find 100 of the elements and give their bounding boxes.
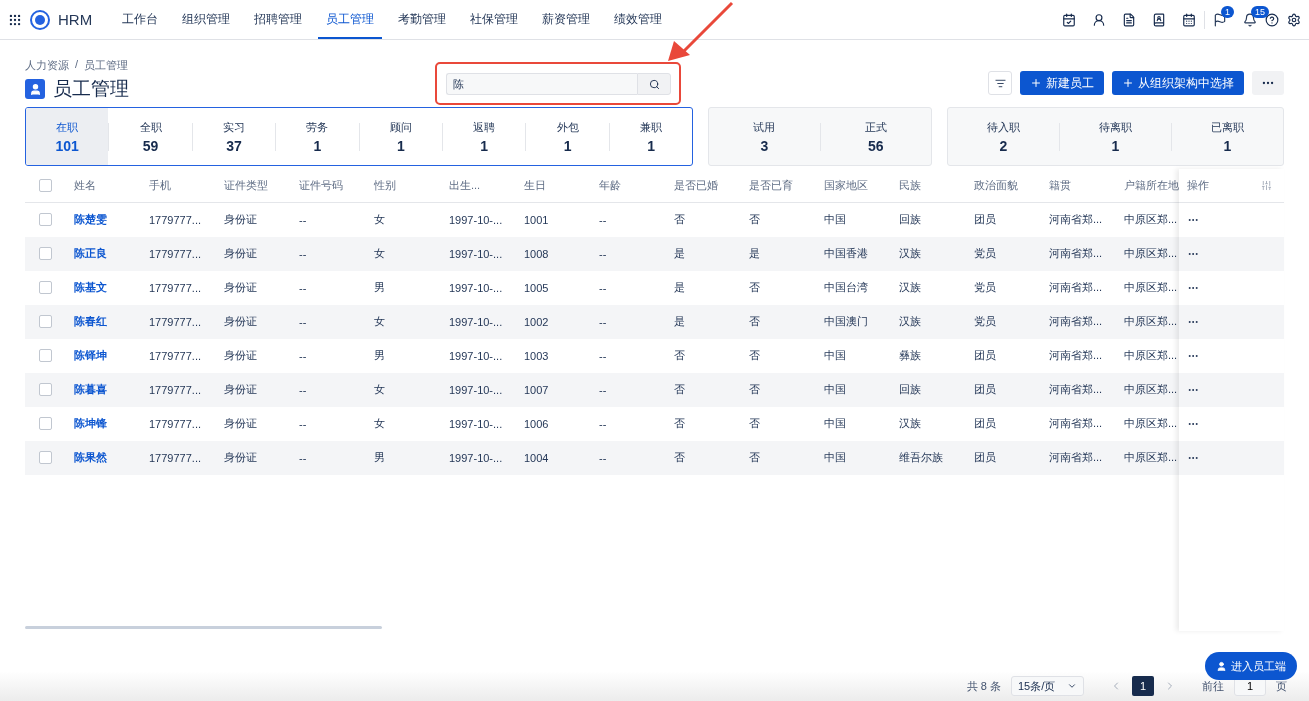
user-icon[interactable] (1092, 12, 1106, 27)
table-cell-text: 否 (673, 382, 686, 397)
add-button[interactable]: 从组织架构中选择 (1112, 71, 1244, 95)
status-tab[interactable]: 兼职 1 (609, 108, 693, 165)
status-tab[interactable]: 待离职 1 (1059, 108, 1171, 165)
table-cell-text: 是 (748, 246, 761, 261)
calendar-check-icon[interactable] (1062, 12, 1076, 27)
status-tab[interactable]: 实习 37 (192, 108, 276, 165)
status-tab[interactable]: 正式 56 (820, 108, 931, 165)
page-size-select[interactable]: 15条/页 (1011, 676, 1084, 696)
contact-book-icon[interactable] (1152, 12, 1166, 27)
page-button[interactable]: 1 (1132, 676, 1154, 696)
table-cell-text: 1008 (523, 247, 550, 260)
column-header: 性别 (373, 178, 397, 193)
table-cell-text: 否 (748, 280, 761, 295)
help-icon[interactable] (1265, 12, 1279, 27)
table-cell-text: 中原区郑... (1123, 348, 1179, 363)
checkbox[interactable] (39, 349, 52, 362)
nav-tab[interactable]: 社保管理 (462, 0, 527, 39)
table-cell-text: -- (598, 451, 608, 464)
table-cell-text: 男 (373, 280, 386, 295)
table-cell-text: 否 (673, 348, 686, 363)
settings-icon[interactable] (1287, 12, 1301, 27)
user-icon (25, 79, 45, 99)
filter-button[interactable] (988, 71, 1012, 95)
table-cell-text: 汉族 (898, 280, 922, 295)
table-cell-text: 1997-10-... (448, 315, 504, 328)
status-tab[interactable]: 待入职 2 (947, 108, 1059, 165)
column-header: 民族 (898, 178, 922, 193)
table-cell-text: 否 (748, 416, 761, 431)
table-cell-text: 河南省郑... (1048, 348, 1104, 363)
checkbox[interactable] (39, 281, 52, 294)
table-cell-text: 中国 (823, 348, 847, 363)
table-cell-text: 汉族 (898, 246, 922, 261)
status-tab[interactable]: 外包 1 (526, 108, 609, 165)
checkbox[interactable] (39, 417, 52, 430)
app-grid-icon[interactable] (8, 12, 22, 27)
column-header: 手机 (148, 178, 172, 193)
name-link[interactable]: 陈暮喜 (66, 382, 141, 397)
nav-tab[interactable]: 薪资管理 (534, 0, 599, 39)
nav-tab[interactable]: 员工管理 (318, 0, 383, 39)
table-cell-text: 中国 (823, 450, 847, 465)
checkbox[interactable] (39, 179, 52, 192)
table-cell-text: 1004 (523, 451, 550, 464)
document-icon[interactable] (1122, 12, 1136, 27)
table-cell-text: 身份证 (223, 450, 258, 465)
bell-icon[interactable] (1243, 12, 1257, 27)
checkbox[interactable] (39, 213, 52, 226)
breadcrumb-item[interactable]: 人力资源 (25, 58, 69, 73)
checkbox[interactable] (39, 383, 52, 396)
table-cell-text: 女 (373, 246, 386, 261)
table-cell-text: 否 (748, 212, 761, 227)
table-cell-text: -- (598, 417, 608, 430)
name-link[interactable]: 陈楚雯 (66, 212, 141, 227)
name-link[interactable]: 陈果然 (66, 450, 141, 465)
table-cell-text: 团员 (973, 212, 997, 227)
table-cell-text: 中国 (823, 416, 847, 431)
name-link[interactable]: 陈铎坤 (66, 348, 141, 363)
table-cell-text: 1779777... (148, 281, 202, 294)
name-link[interactable]: 陈坤锋 (66, 416, 141, 431)
table-cell-text: 汉族 (898, 416, 922, 431)
flag-icon[interactable] (1213, 12, 1227, 27)
nav-tab[interactable]: 绩效管理 (606, 0, 671, 39)
name-link[interactable]: 陈春红 (66, 314, 141, 329)
add-button[interactable]: 新建员工 (1020, 71, 1104, 95)
nav-tab[interactable]: 组织管理 (174, 0, 239, 39)
table-cell-text: -- (298, 213, 308, 226)
status-tab[interactable]: 顾问 1 (359, 108, 443, 165)
nav-tab[interactable]: 招聘管理 (246, 0, 311, 39)
status-tab[interactable]: 劳务 1 (276, 108, 359, 165)
chevron-down-icon (1067, 681, 1077, 691)
status-tab[interactable]: 试用 3 (709, 108, 820, 165)
annotation-arrow (666, 1, 736, 63)
nav-tab[interactable]: 工作台 (114, 0, 167, 39)
employee-portal-button[interactable]: 进入员工端 (1205, 652, 1297, 680)
table-cell-text: 否 (673, 212, 686, 227)
table-cell-text: 1997-10-... (448, 281, 504, 294)
status-tab[interactable]: 已离职 1 (1172, 108, 1283, 165)
breadcrumb-item[interactable]: 员工管理 (84, 58, 129, 73)
table-cell-text: 1997-10-... (448, 213, 504, 226)
table-cell-text: 1003 (523, 349, 550, 362)
calendar-icon[interactable] (1182, 12, 1196, 27)
checkbox[interactable] (39, 451, 52, 464)
search-field[interactable]: 陈 (446, 73, 637, 95)
status-tab[interactable]: 返聘 1 (443, 108, 526, 165)
table-cell-text: 河南省郑... (1048, 212, 1104, 227)
table-cell-text: 中原区郑... (1123, 246, 1179, 261)
table-cell-text: 1997-10-... (448, 247, 504, 260)
table-cell-text: 1779777... (148, 349, 202, 362)
status-tab[interactable]: 全职 59 (109, 108, 192, 165)
table-cell-text: 回族 (898, 382, 922, 397)
table-cell-text: 中国台湾 (823, 280, 869, 295)
search-button[interactable] (637, 73, 671, 95)
checkbox[interactable] (39, 247, 52, 260)
name-link[interactable]: 陈正良 (66, 246, 141, 261)
name-link[interactable]: 陈基文 (66, 280, 141, 295)
checkbox[interactable] (39, 315, 52, 328)
column-header: 年龄 (598, 178, 622, 193)
nav-tab[interactable]: 考勤管理 (390, 0, 455, 39)
status-tab[interactable]: 在职 101 (26, 108, 109, 165)
